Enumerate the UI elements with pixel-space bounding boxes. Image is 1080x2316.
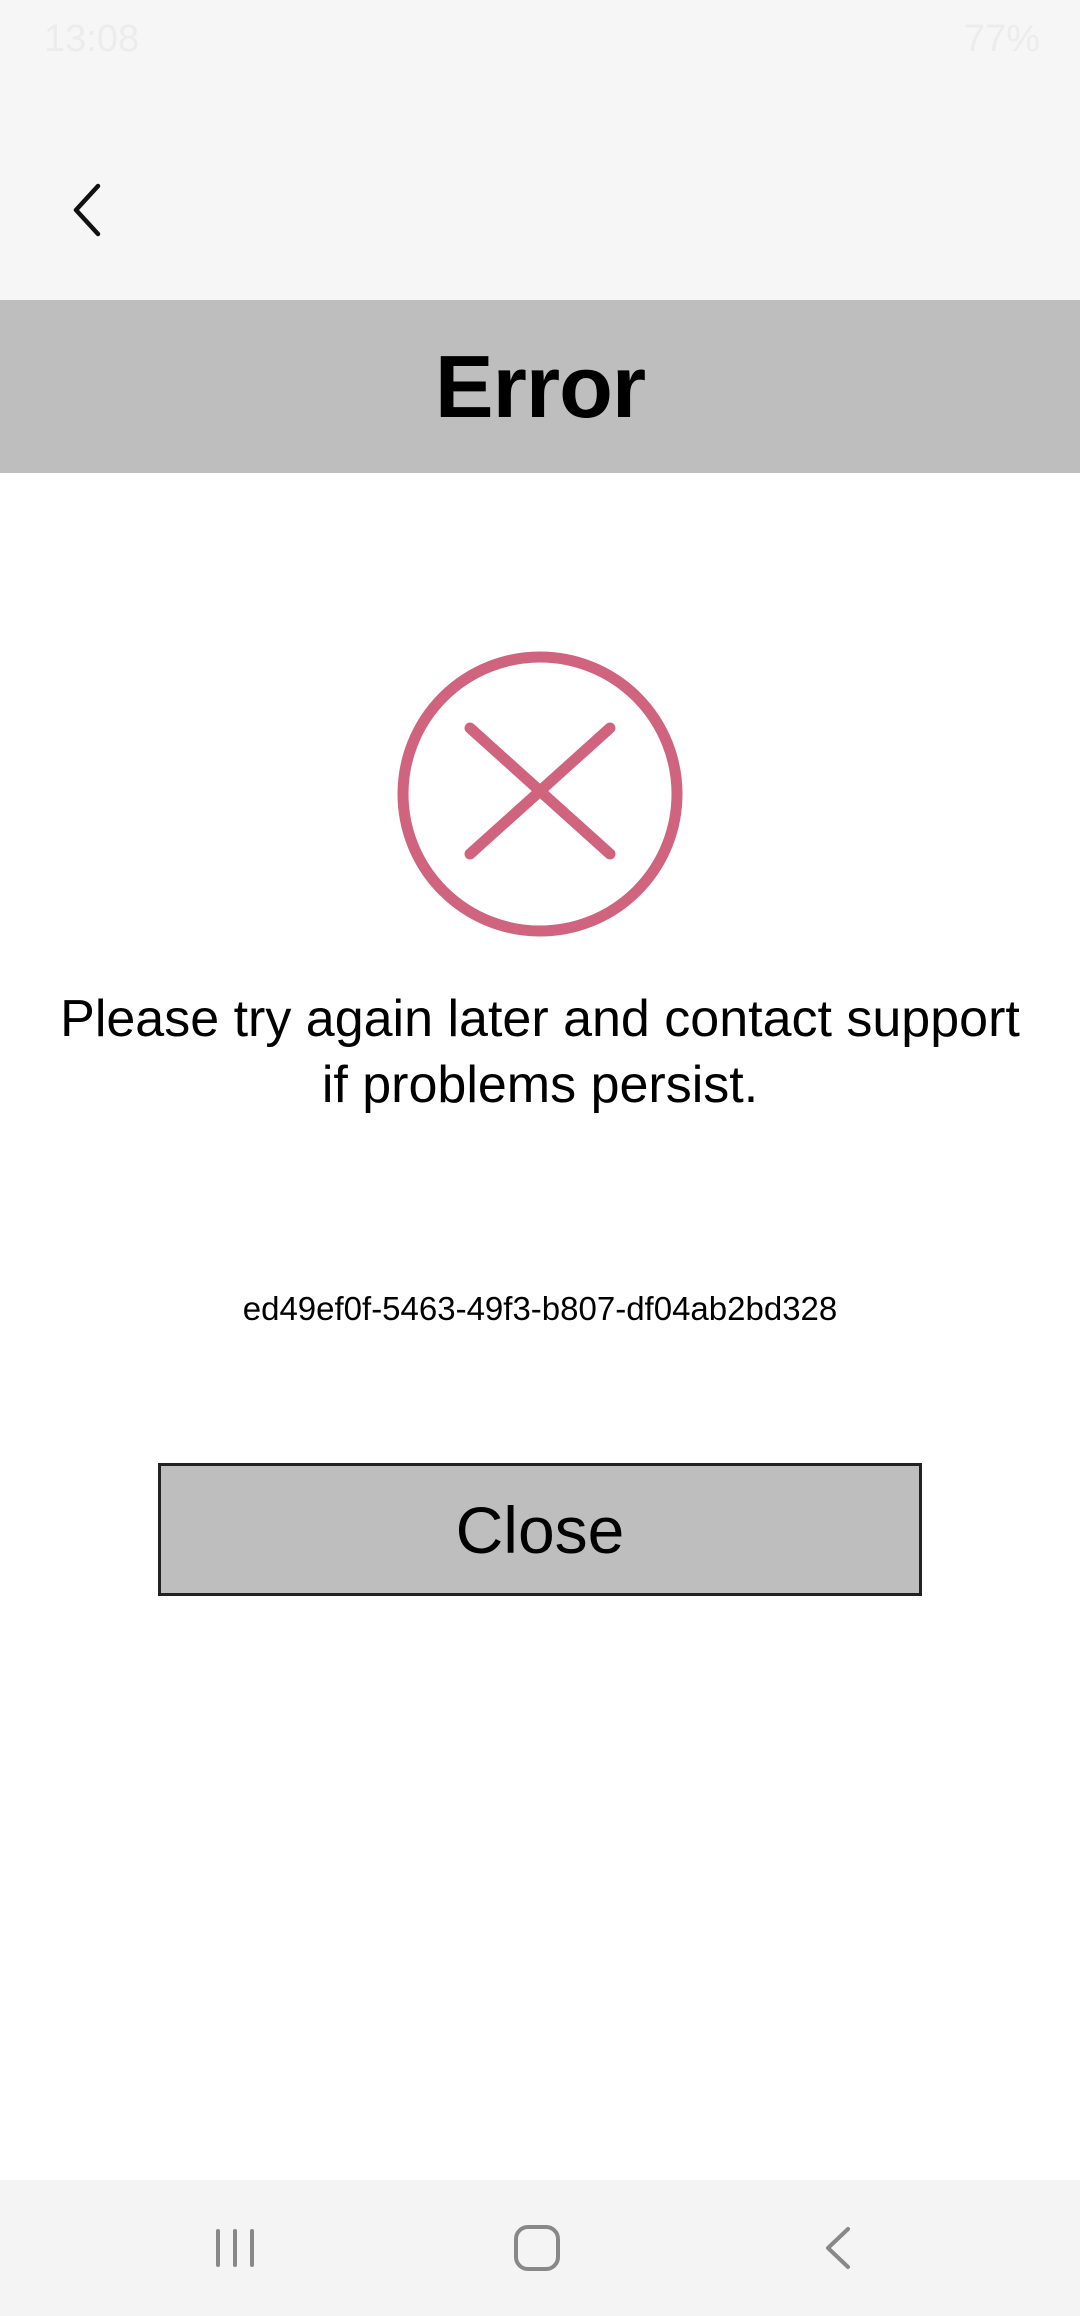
status-bar: 13:08 77% <box>0 0 1080 74</box>
error-screen: 13:08 77% Error Please try again later a… <box>0 0 1080 2316</box>
error-id: ed49ef0f-5463-49f3-b807-df04ab2bd328 <box>242 1290 838 1327</box>
battery-level: 77% <box>963 18 1040 60</box>
status-time: 13:08 <box>44 18 140 60</box>
back-button[interactable] <box>46 160 130 260</box>
chevron-left-icon <box>73 183 101 237</box>
app-bar <box>0 74 1080 300</box>
error-message: Please try again later and contact suppo… <box>60 990 1020 1114</box>
close-circle-icon <box>397 651 683 937</box>
home-button[interactable] <box>482 2210 592 2286</box>
close-button[interactable]: Close <box>158 1463 922 1596</box>
back-icon <box>826 2227 850 2269</box>
recents-button[interactable] <box>180 2210 290 2286</box>
page-title: Error <box>434 336 646 436</box>
nav-back-button[interactable] <box>784 2210 894 2286</box>
recents-icon <box>216 2229 254 2267</box>
home-icon <box>514 2225 560 2271</box>
title-bar: Error <box>0 300 1080 473</box>
